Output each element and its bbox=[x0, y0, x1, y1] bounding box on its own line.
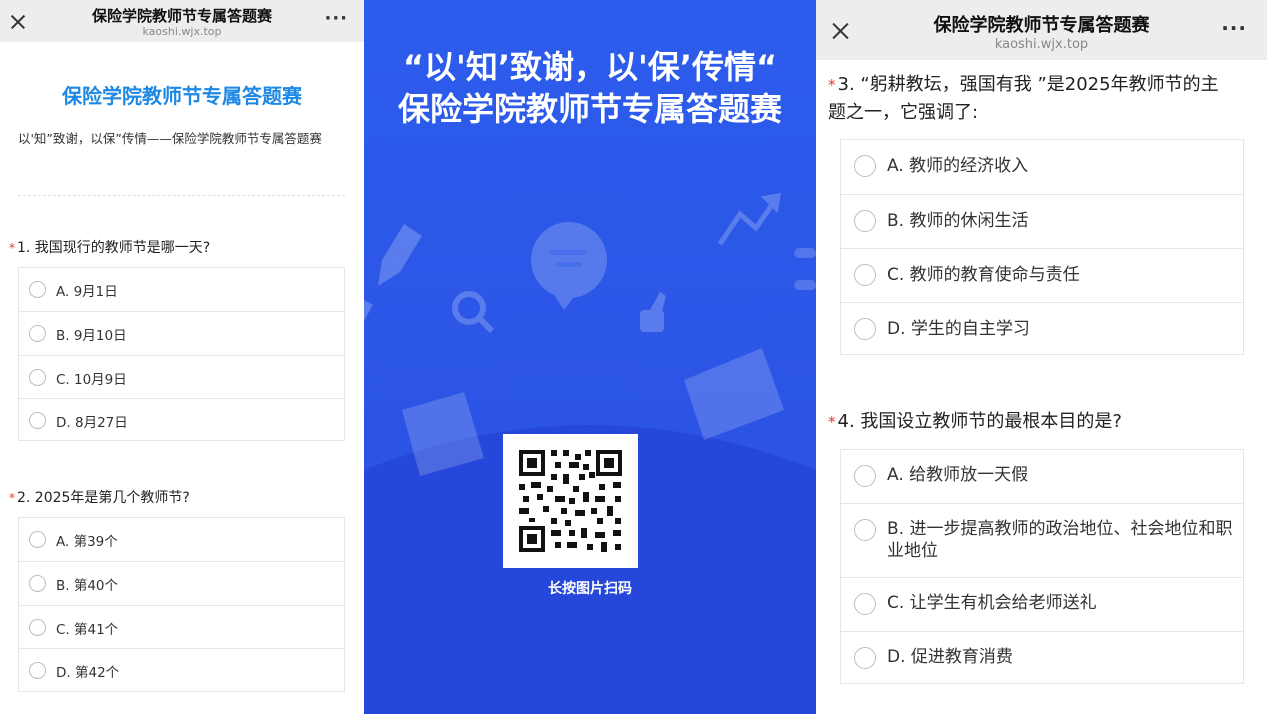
question-1: * 1. 我国现行的教师节是哪一天? A. 9月1日 B. 9月10日 C. 10… bbox=[9, 237, 349, 442]
nav-bar: 保险学院教师节专属答题赛 kaoshi.wjx.top ··· bbox=[816, 0, 1267, 60]
option-d[interactable]: D. 8月27日 bbox=[19, 398, 344, 441]
survey-screen-left: 保险学院教师节专属答题赛 kaoshi.wjx.top ··· 保险学院教师节专… bbox=[0, 0, 364, 714]
option-list: A. 第39个 B. 第40个 C. 第41个 D. 第42个 bbox=[18, 517, 345, 692]
poster-headline-1: “以'知’致谢，以'保’传情“ bbox=[403, 48, 777, 86]
question-text: 3. “躬耕教坛，强国有我 ”是2025年教师节的主题之一，它强调了: bbox=[828, 74, 1219, 123]
radio-button[interactable] bbox=[854, 647, 876, 669]
radio-button[interactable] bbox=[29, 369, 46, 386]
radio-button[interactable] bbox=[29, 325, 46, 342]
option-label: A. 教师的经济收入 bbox=[887, 156, 1029, 176]
survey-screen-right: 保险学院教师节专属答题赛 kaoshi.wjx.top ··· * 3. “躬耕教… bbox=[816, 0, 1267, 714]
radio-button[interactable] bbox=[29, 412, 46, 429]
radio-button[interactable] bbox=[854, 519, 876, 541]
question-title: * 4. 我国设立教师节的最根本目的是? bbox=[828, 408, 1228, 436]
option-label: A. 给教师放一天假 bbox=[887, 465, 1029, 485]
qr-code-card[interactable] bbox=[503, 434, 638, 568]
nav-domain: kaoshi.wjx.top bbox=[142, 25, 222, 38]
question-title: * 3. “躬耕教坛，强国有我 ”是2025年教师节的主题之一，它强调了: bbox=[828, 71, 1228, 127]
question-3: * 3. “躬耕教坛，强国有我 ”是2025年教师节的主题之一，它强调了: A. … bbox=[828, 71, 1258, 357]
question-text: 1. 我国现行的教师节是哪一天? bbox=[17, 240, 211, 256]
option-label: A. 第39个 bbox=[56, 534, 118, 550]
required-mark: * bbox=[828, 76, 836, 94]
option-d[interactable]: D. 第42个 bbox=[19, 648, 344, 692]
option-c[interactable]: C. 教师的教育使命与责任 bbox=[841, 248, 1243, 302]
radio-button[interactable] bbox=[29, 531, 46, 548]
survey-title: 保险学院教师节专属答题赛 bbox=[62, 84, 302, 108]
option-label: C. 让学生有机会给老师送礼 bbox=[887, 593, 1097, 613]
poster-headline-2: 保险学院教师节专属答题赛 bbox=[397, 90, 782, 128]
question-text: 4. 我国设立教师节的最根本目的是? bbox=[837, 411, 1122, 432]
option-label: D. 第42个 bbox=[56, 665, 120, 681]
option-label: D. 8月27日 bbox=[56, 415, 128, 431]
option-list: A. 教师的经济收入 B. 教师的休闲生活 C. 教师的教育使命与责任 D. 学… bbox=[840, 139, 1244, 355]
option-label: A. 9月1日 bbox=[56, 284, 118, 300]
option-list: A. 9月1日 B. 9月10日 C. 10月9日 D. 8月27日 bbox=[18, 267, 345, 441]
option-c[interactable]: C. 10月9日 bbox=[19, 355, 344, 398]
question-title: * 1. 我国现行的教师节是哪一天? bbox=[9, 237, 210, 257]
option-label: C. 10月9日 bbox=[56, 372, 127, 388]
option-d[interactable]: D. 学生的自主学习 bbox=[841, 302, 1243, 355]
share-poster: “以'知’致谢，以'保’传情“ 保险学院教师节专属答题赛 长按图片扫码 bbox=[364, 0, 816, 714]
radio-button[interactable] bbox=[854, 155, 876, 177]
option-d[interactable]: D. 促进教育消费 bbox=[841, 631, 1243, 684]
option-a[interactable]: A. 第39个 bbox=[19, 518, 344, 561]
option-b[interactable]: B. 第40个 bbox=[19, 561, 344, 605]
nav-title: 保险学院教师节专属答题赛 bbox=[933, 15, 1150, 36]
question-4: * 4. 我国设立教师节的最根本目的是? A. 给教师放一天假 B. 进一步提高教… bbox=[828, 408, 1258, 686]
radio-button[interactable] bbox=[29, 662, 46, 679]
radio-button[interactable] bbox=[854, 465, 876, 487]
option-label: D. 促进教育消费 bbox=[887, 647, 1013, 667]
required-mark: * bbox=[9, 491, 15, 505]
radio-button[interactable] bbox=[29, 619, 46, 636]
option-a[interactable]: A. 给教师放一天假 bbox=[841, 450, 1243, 503]
nav-bar: 保险学院教师节专属答题赛 kaoshi.wjx.top ··· bbox=[0, 0, 364, 42]
option-label: B. 教师的休闲生活 bbox=[887, 211, 1029, 231]
option-label: B. 第40个 bbox=[56, 578, 119, 594]
nav-domain: kaoshi.wjx.top bbox=[994, 37, 1089, 52]
survey-description: 以'知”致谢，以保”传情——保险学院教师节专属答题赛 bbox=[18, 131, 322, 146]
qr-caption: 长按图片扫码 bbox=[548, 581, 632, 597]
option-label: B. 9月10日 bbox=[56, 328, 127, 344]
required-mark: * bbox=[828, 413, 836, 431]
option-b[interactable]: B. 教师的休闲生活 bbox=[841, 194, 1243, 248]
radio-button[interactable] bbox=[854, 210, 876, 232]
option-b[interactable]: B. 进一步提高教师的政治地位、社会地位和职业地位 bbox=[841, 503, 1243, 577]
nav-title: 保险学院教师节专属答题赛 bbox=[91, 7, 272, 25]
option-label: C. 第41个 bbox=[56, 622, 119, 638]
question-title: * 2. 2025年是第几个教师节? bbox=[9, 487, 190, 507]
option-list: A. 给教师放一天假 B. 进一步提高教师的政治地位、社会地位和职业地位 C. … bbox=[840, 449, 1244, 684]
radio-button[interactable] bbox=[29, 281, 46, 298]
question-2: * 2. 2025年是第几个教师节? A. 第39个 B. 第40个 C. 第41… bbox=[9, 487, 349, 693]
option-label: C. 教师的教育使命与责任 bbox=[887, 265, 1080, 285]
option-a[interactable]: A. 9月1日 bbox=[19, 268, 344, 311]
option-c[interactable]: C. 让学生有机会给老师送礼 bbox=[841, 577, 1243, 631]
qr-code-icon bbox=[519, 450, 622, 552]
radio-button[interactable] bbox=[29, 575, 46, 592]
more-icon[interactable]: ··· bbox=[1221, 16, 1247, 40]
option-b[interactable]: B. 9月10日 bbox=[19, 311, 344, 355]
radio-button[interactable] bbox=[854, 593, 876, 615]
option-label: D. 学生的自主学习 bbox=[887, 319, 1030, 339]
option-label: B. 进一步提高教师的政治地位、社会地位和职业地位 bbox=[887, 519, 1233, 561]
option-c[interactable]: C. 第41个 bbox=[19, 605, 344, 648]
radio-button[interactable] bbox=[854, 318, 876, 340]
divider bbox=[18, 195, 345, 196]
question-text: 2. 2025年是第几个教师节? bbox=[17, 490, 190, 506]
radio-button[interactable] bbox=[854, 264, 876, 286]
required-mark: * bbox=[9, 241, 15, 255]
option-a[interactable]: A. 教师的经济收入 bbox=[841, 140, 1243, 194]
more-icon[interactable]: ··· bbox=[324, 8, 348, 29]
